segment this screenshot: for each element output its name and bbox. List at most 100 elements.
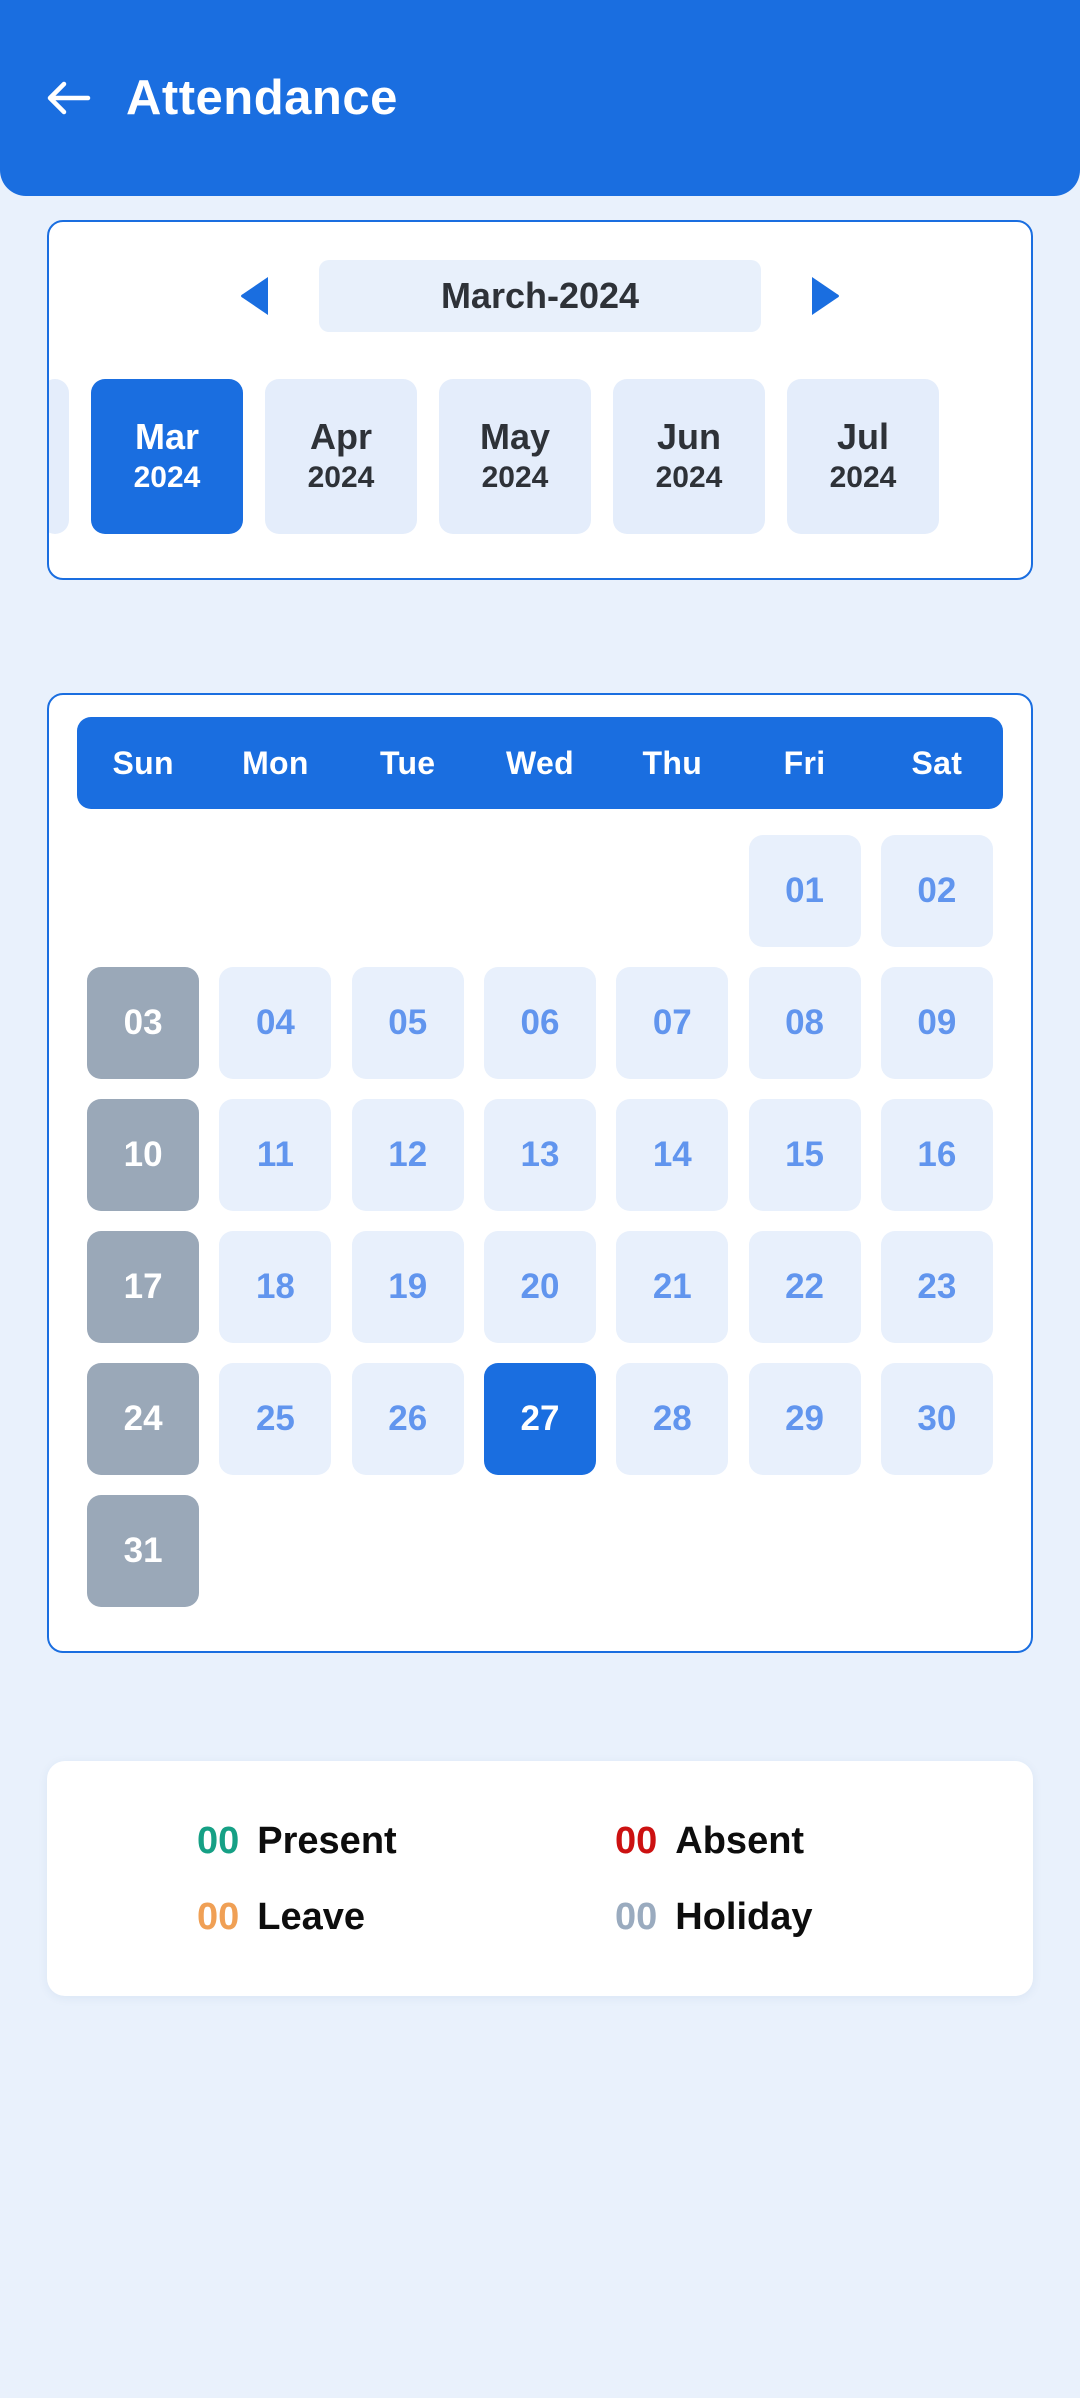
calendar-day[interactable]: 28 xyxy=(616,1363,729,1475)
calendar-day-empty xyxy=(87,835,199,947)
calendar-day[interactable]: 17 xyxy=(87,1231,200,1343)
calendar-day[interactable]: 07 xyxy=(616,967,729,1079)
month-chip-year: 2024 xyxy=(307,461,375,494)
calendar-day[interactable]: 22 xyxy=(748,1231,861,1343)
calendar-day[interactable]: 29 xyxy=(748,1363,861,1475)
calendar-cell: 18 xyxy=(209,1231,341,1343)
calendar-day[interactable]: 05 xyxy=(351,967,464,1079)
legend-count: 00 xyxy=(197,1895,240,1938)
month-chip-partial[interactable] xyxy=(49,378,69,534)
calendar-day[interactable]: 16 xyxy=(880,1099,993,1211)
calendar-day[interactable]: 13 xyxy=(483,1099,596,1211)
month-chip-may[interactable]: May 2024 xyxy=(439,378,591,534)
legend-item-leave: 00 Leave xyxy=(197,1898,615,1936)
calendar-cell: 21 xyxy=(606,1231,738,1343)
month-selector-card: March-2024 Mar 2024 Apr 2024 May 2024 Ju… xyxy=(47,220,1033,580)
month-chip-jun[interactable]: Jun 2024 xyxy=(613,378,765,534)
calendar-cell: 11 xyxy=(209,1099,341,1211)
month-navigation: March-2024 xyxy=(49,222,1031,332)
month-chip-jul[interactable]: Jul 2024 xyxy=(787,378,939,534)
month-chip-strip[interactable]: Mar 2024 Apr 2024 May 2024 Jun 2024 Jul … xyxy=(49,374,1031,538)
calendar-day[interactable]: 04 xyxy=(219,967,332,1079)
legend-count: 00 xyxy=(615,1895,658,1938)
calendar-day-empty xyxy=(219,835,331,947)
weekday-mon: Mon xyxy=(242,744,309,781)
calendar-day-empty xyxy=(484,835,596,947)
calendar-day[interactable]: 12 xyxy=(351,1099,464,1211)
calendar-cell: 04 xyxy=(209,967,341,1079)
weekday-thu: Thu xyxy=(642,744,703,781)
calendar-cell: 08 xyxy=(738,967,870,1079)
calendar-day-empty xyxy=(616,1495,728,1607)
calendar-day-grid: 01 02 03 04 05 06 07 08 09 10 11 12 13 14 15 16 17 18 19 20… xyxy=(77,835,1003,1607)
back-arrow-icon[interactable] xyxy=(42,72,94,124)
calendar-day[interactable]: 23 xyxy=(880,1231,993,1343)
calendar-day[interactable]: 20 xyxy=(483,1231,596,1343)
calendar-day[interactable]: 18 xyxy=(219,1231,332,1343)
month-chip-name: Jul xyxy=(836,416,889,457)
calendar-cell xyxy=(474,1495,606,1607)
calendar-cell: 06 xyxy=(474,967,606,1079)
month-chip-name: Apr xyxy=(310,416,372,457)
calendar-day[interactable]: 08 xyxy=(748,967,861,1079)
month-chip-apr[interactable]: Apr 2024 xyxy=(265,378,417,534)
calendar-cell: 14 xyxy=(606,1099,738,1211)
legend-item-present: 00 Present xyxy=(197,1822,615,1860)
calendar-cell: 15 xyxy=(738,1099,870,1211)
calendar-cell xyxy=(474,835,606,947)
month-chip-name: Mar xyxy=(134,416,200,457)
calendar-day[interactable]: 27 xyxy=(483,1363,596,1475)
app-header: Attendance xyxy=(0,0,1080,196)
legend-count: 00 xyxy=(615,1819,658,1862)
calendar-cell: 16 xyxy=(871,1099,1003,1211)
page-title: Attendance xyxy=(126,70,398,125)
triangle-right-icon[interactable] xyxy=(799,272,847,320)
calendar-cell: 27 xyxy=(474,1363,606,1475)
calendar-cell: 29 xyxy=(738,1363,870,1475)
calendar-day[interactable]: 03 xyxy=(87,967,200,1079)
calendar-day[interactable]: 26 xyxy=(351,1363,464,1475)
weekday-header-row: Sun Mon Tue Wed Thu Fri Sat xyxy=(77,717,1003,809)
calendar-cell: 02 xyxy=(871,835,1003,947)
calendar-day[interactable]: 09 xyxy=(880,967,993,1079)
calendar-cell: 13 xyxy=(474,1099,606,1211)
calendar-day[interactable]: 02 xyxy=(880,835,993,947)
calendar-cell xyxy=(209,835,341,947)
calendar-day-empty xyxy=(352,835,464,947)
weekday-wed: Wed xyxy=(506,744,574,781)
calendar-cell xyxy=(606,835,738,947)
month-chip-year: 2024 xyxy=(829,461,897,494)
calendar-day[interactable]: 25 xyxy=(219,1363,332,1475)
calendar-cell xyxy=(342,835,474,947)
calendar-day[interactable]: 11 xyxy=(219,1099,332,1211)
legend-label: Present xyxy=(257,1819,397,1862)
attendance-summary-card: 00 Present 00 Absent 00 Leave 00 Holiday xyxy=(47,1761,1033,1996)
month-chip-name: Jun xyxy=(656,416,721,457)
month-chip-mar[interactable]: Mar 2024 xyxy=(91,378,243,534)
calendar-cell: 09 xyxy=(871,967,1003,1079)
calendar-day[interactable]: 24 xyxy=(87,1363,200,1475)
calendar-day[interactable]: 15 xyxy=(748,1099,861,1211)
calendar-day[interactable]: 19 xyxy=(351,1231,464,1343)
weekday-sun: Sun xyxy=(112,744,174,781)
current-month-label[interactable]: March-2024 xyxy=(319,260,761,332)
month-chip-year: 2024 xyxy=(133,461,201,494)
month-chip-year: 2024 xyxy=(481,461,549,494)
calendar-day[interactable]: 14 xyxy=(616,1099,729,1211)
triangle-left-icon[interactable] xyxy=(233,272,281,320)
calendar-day[interactable]: 30 xyxy=(880,1363,993,1475)
calendar-cell: 22 xyxy=(738,1231,870,1343)
calendar-day[interactable]: 31 xyxy=(87,1495,200,1607)
calendar-day[interactable]: 01 xyxy=(748,835,861,947)
legend-item-holiday: 00 Holiday xyxy=(615,1898,1033,1936)
calendar-day[interactable]: 10 xyxy=(87,1099,200,1211)
calendar-cell xyxy=(738,1495,870,1607)
calendar-cell: 17 xyxy=(77,1231,209,1343)
calendar-day[interactable]: 06 xyxy=(483,967,596,1079)
calendar-cell: 03 xyxy=(77,967,209,1079)
month-chip-year: 2024 xyxy=(655,461,723,494)
calendar-day[interactable]: 21 xyxy=(616,1231,729,1343)
calendar-day-empty xyxy=(219,1495,331,1607)
calendar-cell: 23 xyxy=(871,1231,1003,1343)
calendar-cell xyxy=(209,1495,341,1607)
